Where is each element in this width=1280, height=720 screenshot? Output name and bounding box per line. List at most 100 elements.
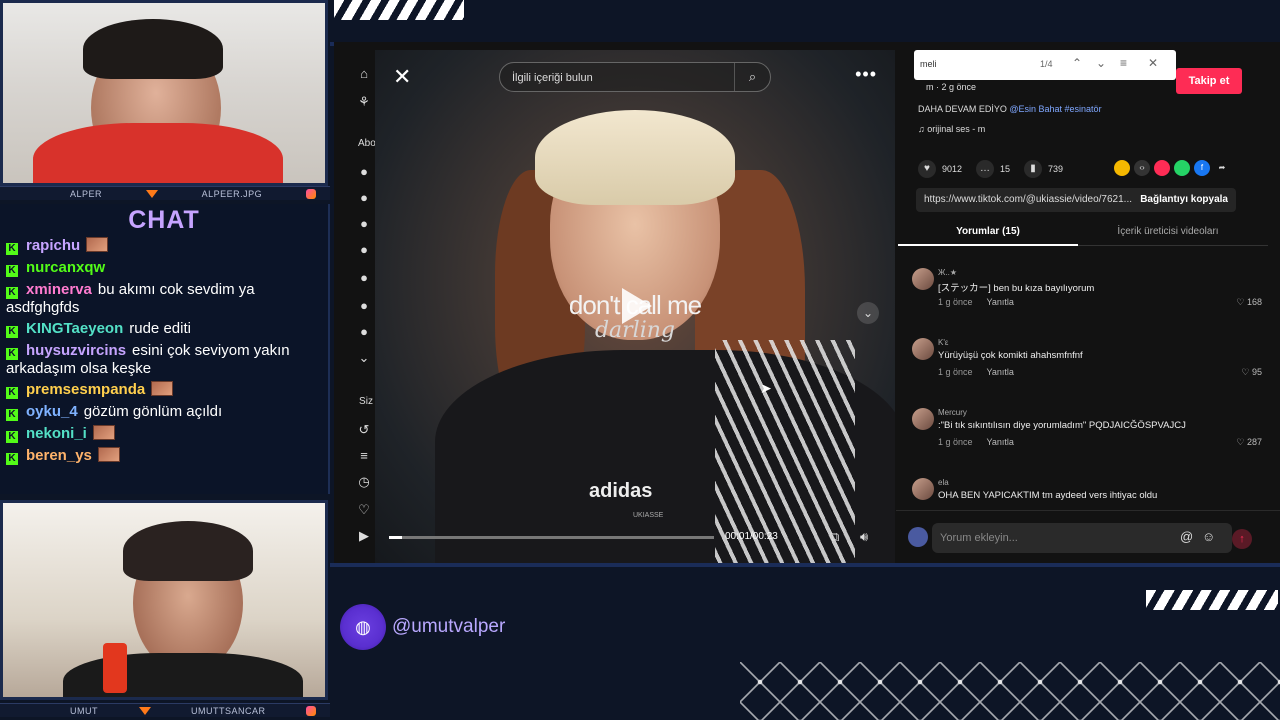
sound-name: orijinal ses - m xyxy=(927,124,986,134)
video-link-box[interactable]: https://www.tiktok.com/@ukiassie/video/7… xyxy=(916,188,1236,212)
tab-creator-videos[interactable]: İçerik üreticisi videoları xyxy=(1078,226,1258,237)
shirt-brand-text: adidas xyxy=(589,480,653,502)
comment-icon[interactable]: … xyxy=(976,160,995,178)
pip-icon[interactable]: ⧉ xyxy=(830,529,839,545)
avatar[interactable]: ● xyxy=(356,242,372,258)
more-options-icon[interactable]: ••• xyxy=(855,64,877,85)
author-line: m · 2 g önce xyxy=(926,82,977,92)
chat-username[interactable]: nekoni_i xyxy=(26,425,87,442)
tiktok-left-nav: ⌂ ⚘ Abo ● ● ● ● ● ● ● ⌄ Siz ↺ ≡ ◷ ♡ ▶ xyxy=(334,42,376,566)
comment-time: 1 g önce xyxy=(938,367,973,377)
chevron-down-icon[interactable]: ⌄ xyxy=(356,350,372,366)
heart-icon: ♡ xyxy=(1236,437,1247,447)
screen-frame-border xyxy=(330,563,1280,567)
chat-panel: CHAT Krapichu Knurcanxqw Kxminerva bu akımı… xyxy=(0,204,330,494)
comment-author[interactable]: ela xyxy=(938,478,949,487)
kick-badge-icon: K xyxy=(6,348,18,360)
comment-author[interactable]: K'ε xyxy=(938,338,948,347)
coin-icon[interactable] xyxy=(1114,160,1130,176)
follow-button[interactable]: Takip et xyxy=(1176,68,1242,94)
like-icon[interactable]: ♡ xyxy=(356,502,372,518)
share-arrow-icon[interactable]: ➦ xyxy=(1214,160,1230,176)
related-search-input[interactable]: İlgili içeriği bulun ⌕ xyxy=(499,62,771,92)
send-icon[interactable] xyxy=(1154,160,1170,176)
video-player[interactable]: ✕ İlgili içeriği bulun ⌕ ••• don't call … xyxy=(375,50,895,564)
avatar[interactable]: ● xyxy=(356,164,372,180)
comment-author[interactable]: Mercury xyxy=(938,408,967,417)
caption-text: DAHA DEVAM EDİYO xyxy=(918,104,1007,114)
close-icon[interactable]: ✕ xyxy=(1148,56,1158,70)
tab-comments[interactable]: Yorumlar (15) xyxy=(898,226,1078,237)
chat-message: Kpremsesmpanda xyxy=(0,379,328,401)
chat-username[interactable]: beren_ys xyxy=(26,447,92,464)
next-video-icon[interactable]: ⌄ xyxy=(857,302,879,324)
history-icon[interactable]: ↺ xyxy=(356,422,372,438)
video-progress-bar[interactable] xyxy=(389,536,714,539)
chat-username[interactable]: xminerva xyxy=(26,281,92,298)
play-icon[interactable] xyxy=(622,288,652,324)
facebook-icon[interactable]: f xyxy=(1194,160,1210,176)
kick-badge-icon: K xyxy=(6,243,18,255)
comment-meta: 1 g önce Yanıtla xyxy=(938,437,1014,447)
chat-username[interactable]: premsesmpanda xyxy=(26,381,145,398)
emoji-icon[interactable]: ☺ xyxy=(1202,529,1215,544)
volume-icon[interactable]: 🔊︎ xyxy=(860,529,868,545)
chat-username[interactable]: huysuzvircins xyxy=(26,342,126,359)
mouse-cursor-icon: ➤ xyxy=(760,380,772,396)
emote-icon xyxy=(151,381,174,396)
avatar[interactable] xyxy=(912,338,934,360)
avatar[interactable] xyxy=(912,478,934,500)
avatar[interactable] xyxy=(912,268,934,290)
play-box-icon[interactable]: ▶ xyxy=(356,528,372,544)
find-next-icon[interactable]: ⌄ xyxy=(1096,56,1106,70)
comment-count: 15 xyxy=(1000,164,1011,174)
kick-badge-icon: K xyxy=(6,409,18,421)
active-tab-indicator xyxy=(898,244,1078,246)
avatar[interactable]: ● xyxy=(356,216,372,232)
copy-link-button[interactable]: Bağlantıyı kopyala xyxy=(1140,194,1228,205)
reply-button[interactable]: Yanıtla xyxy=(987,367,1014,377)
sound-line[interactable]: ♫ orijinal ses - m xyxy=(918,124,985,134)
bottom-stripe-decoration xyxy=(1146,590,1278,610)
whatsapp-icon[interactable] xyxy=(1174,160,1190,176)
chat-username[interactable]: nurcanxqw xyxy=(26,259,105,276)
comment-input-bar: Yorum ekleyin... @ ☺ ↑ xyxy=(896,510,1280,564)
heart-icon[interactable]: ♥ xyxy=(918,160,936,178)
comment-like[interactable]: ♡ 168 xyxy=(1236,297,1262,308)
social-handle: @umutvalper xyxy=(392,616,506,637)
explore-icon[interactable]: ⚘ xyxy=(356,94,372,110)
comment-like[interactable]: ♡ 95 xyxy=(1241,367,1262,378)
avatar[interactable]: ● xyxy=(356,298,372,314)
comment-like[interactable]: ♡ 287 xyxy=(1236,437,1262,448)
find-prev-icon[interactable]: ⌃ xyxy=(1072,56,1082,70)
list-icon[interactable]: ≡ xyxy=(356,448,372,464)
send-comment-button[interactable]: ↑ xyxy=(1232,529,1252,549)
shared-screen: ⌂ ⚘ Abo ● ● ● ● ● ● ● ⌄ Siz ↺ ≡ ◷ ♡ ▶ ✕ … xyxy=(334,42,1280,566)
chat-username[interactable]: oyku_4 xyxy=(26,403,78,420)
find-options-icon[interactable]: ≡ xyxy=(1120,56,1127,70)
comment-author[interactable]: Ж..★ xyxy=(938,268,957,277)
clock-icon[interactable]: ◷ xyxy=(356,474,372,490)
caption-tags[interactable]: @Esin Bahat #esinatör xyxy=(1009,104,1101,114)
avatar[interactable]: ● xyxy=(356,190,372,206)
home-icon[interactable]: ⌂ xyxy=(356,66,372,82)
avatar[interactable] xyxy=(912,408,934,430)
chat-username[interactable]: KINGTaeyeon xyxy=(26,320,123,337)
mention-icon[interactable]: @ xyxy=(1180,529,1193,544)
close-icon[interactable]: ✕ xyxy=(393,64,411,90)
comment-text: OHA BEN YAPICAKTIM tm aydeed vers ihtiya… xyxy=(938,490,1158,501)
webcam-alper xyxy=(0,0,328,186)
video-link: https://www.tiktok.com/@ukiassie/video/7… xyxy=(924,194,1133,205)
browser-find-bar[interactable]: meli 1/4 ⌃ ⌄ ≡ ✕ xyxy=(914,50,1176,80)
search-icon[interactable]: ⌕ xyxy=(734,63,770,91)
video-detail-panel: meli 1/4 ⌃ ⌄ ≡ ✕ Takip et m · 2 g önce D… xyxy=(896,42,1280,566)
reply-button[interactable]: Yanıtla xyxy=(987,437,1014,447)
embed-icon[interactable]: ‹› xyxy=(1134,160,1150,176)
chat-message-list: Krapichu Knurcanxqw Kxminerva bu akımı cok … xyxy=(0,235,328,467)
sidebar-section-following: Abo xyxy=(358,138,376,149)
chat-username[interactable]: rapichu xyxy=(26,237,80,254)
avatar[interactable]: ● xyxy=(356,324,372,340)
avatar[interactable]: ● xyxy=(356,270,372,286)
bookmark-icon[interactable]: ▮ xyxy=(1024,160,1043,178)
reply-button[interactable]: Yanıtla xyxy=(987,297,1014,307)
